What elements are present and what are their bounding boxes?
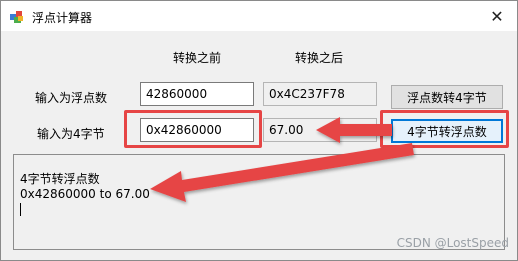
text-caret [20, 203, 21, 216]
float-input-field[interactable]: 42860000 [140, 82, 254, 106]
calculator-window: 浮点计算器 ✕ 转换之前 转换之后 输入为浮点数 42860000 0x4C23… [0, 0, 518, 261]
bytes-to-float-button[interactable]: 4字节转浮点数 [391, 119, 503, 143]
label-input-float: 输入为浮点数 [35, 91, 108, 105]
float-to-bytes-button[interactable]: 浮点数转4字节 [391, 85, 503, 109]
float-result-field[interactable]: 0x4C237F78 [263, 82, 377, 106]
watermark: CSDN @LostSpeed [396, 236, 509, 250]
close-icon: ✕ [490, 6, 504, 26]
header-before: 转换之前 [173, 51, 222, 65]
bytes-result-field[interactable]: 67.00 [263, 118, 377, 142]
header-after: 转换之后 [295, 51, 344, 65]
output-line-1: 4字节转浮点数 [20, 172, 100, 186]
bytes-input-field[interactable]: 0x42860000 [140, 118, 254, 142]
app-icon [10, 11, 23, 23]
window-title: 浮点计算器 [32, 11, 93, 25]
output-line-2: 0x42860000 to 67.00 [20, 187, 150, 201]
close-button[interactable]: ✕ [477, 1, 517, 31]
title-bar: 浮点计算器 ✕ [1, 1, 517, 31]
label-input-bytes: 输入为4字节 [37, 127, 105, 141]
